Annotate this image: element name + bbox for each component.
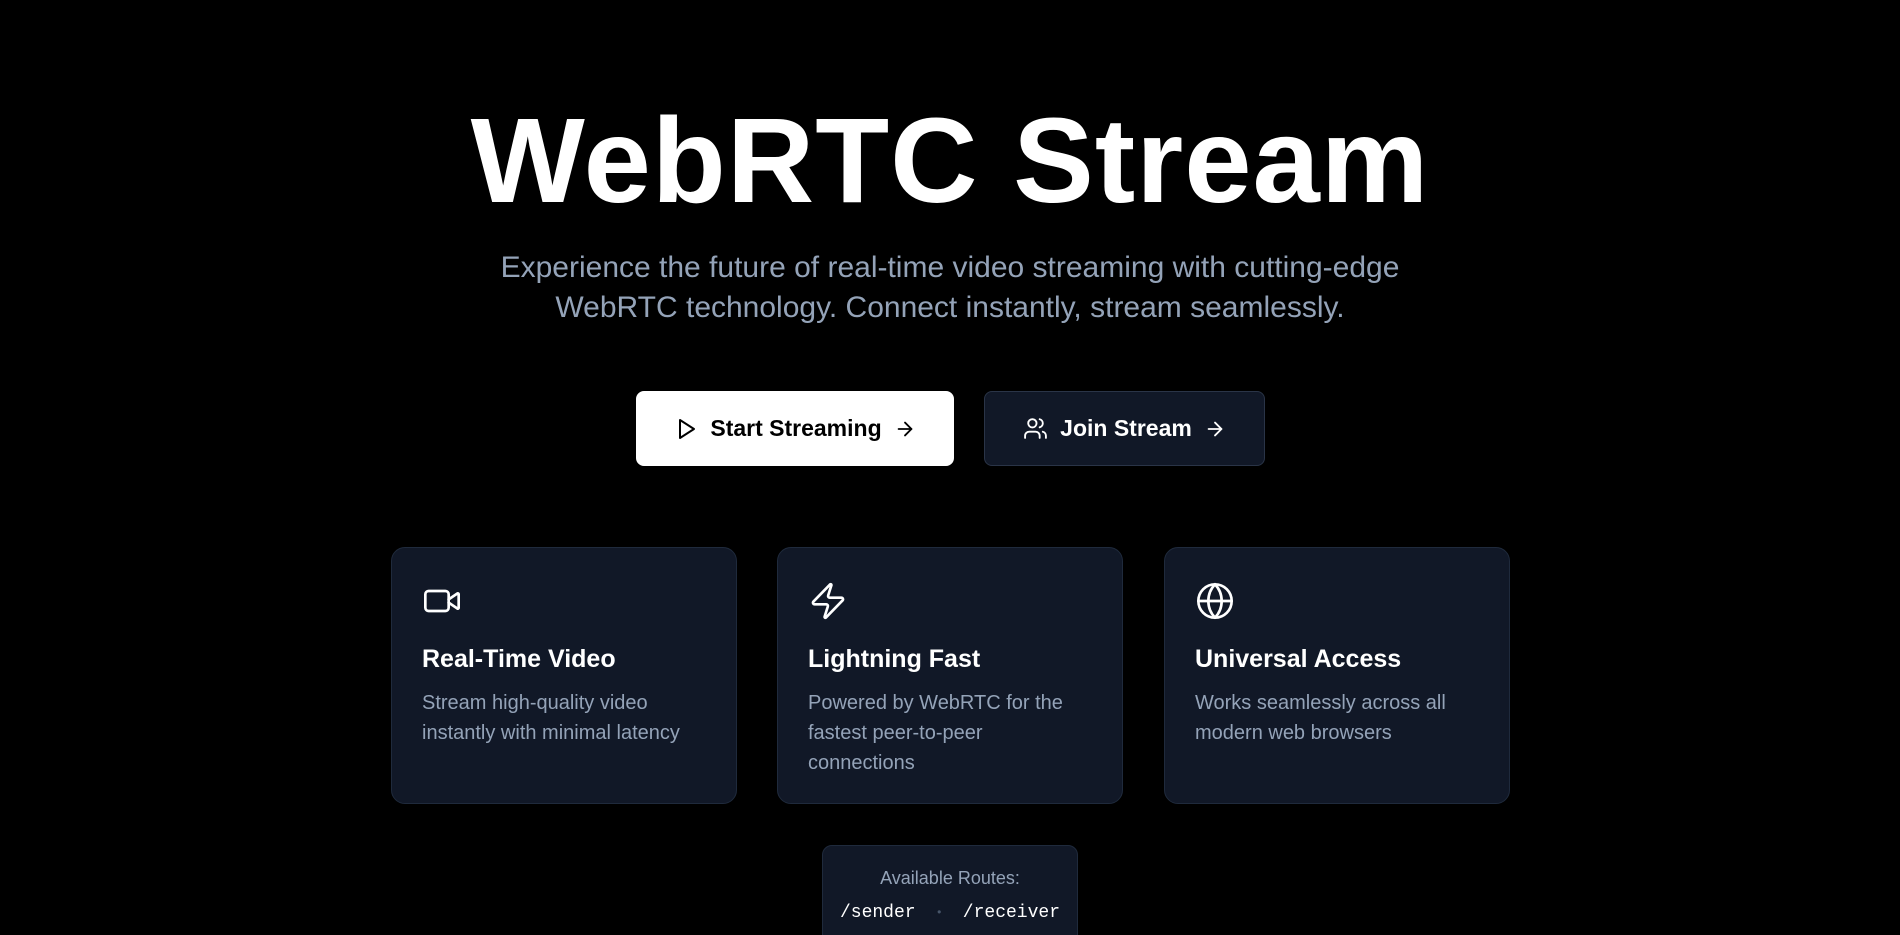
feature-card-lightning-fast: Lightning Fast Powered by WebRTC for the…	[777, 547, 1123, 804]
feature-card-universal-access: Universal Access Works seamlessly across…	[1164, 547, 1510, 804]
video-camera-icon	[422, 581, 462, 621]
available-routes-panel: Available Routes: /sender • /receiver	[822, 845, 1078, 935]
play-icon	[674, 417, 698, 441]
start-streaming-button[interactable]: Start Streaming	[636, 391, 954, 466]
globe-icon	[1195, 581, 1235, 621]
feature-description: Powered by WebRTC for the fastest peer-t…	[808, 692, 1063, 774]
users-icon	[1023, 416, 1048, 441]
routes-label: Available Routes:	[880, 868, 1020, 888]
feature-card-real-time-video: Real-Time Video Stream high-quality vide…	[391, 547, 737, 804]
route-sender: /sender	[839, 903, 916, 923]
feature-title: Universal Access	[1195, 645, 1402, 673]
start-streaming-label: Start Streaming	[710, 415, 882, 441]
routes-list: /sender • /receiver	[823, 903, 1077, 923]
join-stream-label: Join Stream	[1060, 415, 1192, 441]
page-title: WebRTC Stream	[470, 92, 1430, 228]
join-stream-button[interactable]: Join Stream	[984, 391, 1265, 466]
feature-description: Stream high-quality video instantly with…	[422, 692, 680, 744]
arrow-right-icon	[1204, 418, 1226, 440]
arrow-right-icon	[894, 418, 916, 440]
hero-subtitle: Experience the future of real-time video…	[500, 251, 1400, 324]
route-receiver: /receiver	[962, 903, 1061, 923]
feature-title: Real-Time Video	[422, 645, 616, 673]
feature-title: Lightning Fast	[808, 645, 981, 673]
landing-page: WebRTC Stream Experience the future of r…	[0, 0, 1900, 935]
feature-description: Works seamlessly across all modern web b…	[1195, 692, 1446, 744]
route-separator: •	[935, 906, 943, 920]
lightning-icon	[808, 581, 848, 621]
